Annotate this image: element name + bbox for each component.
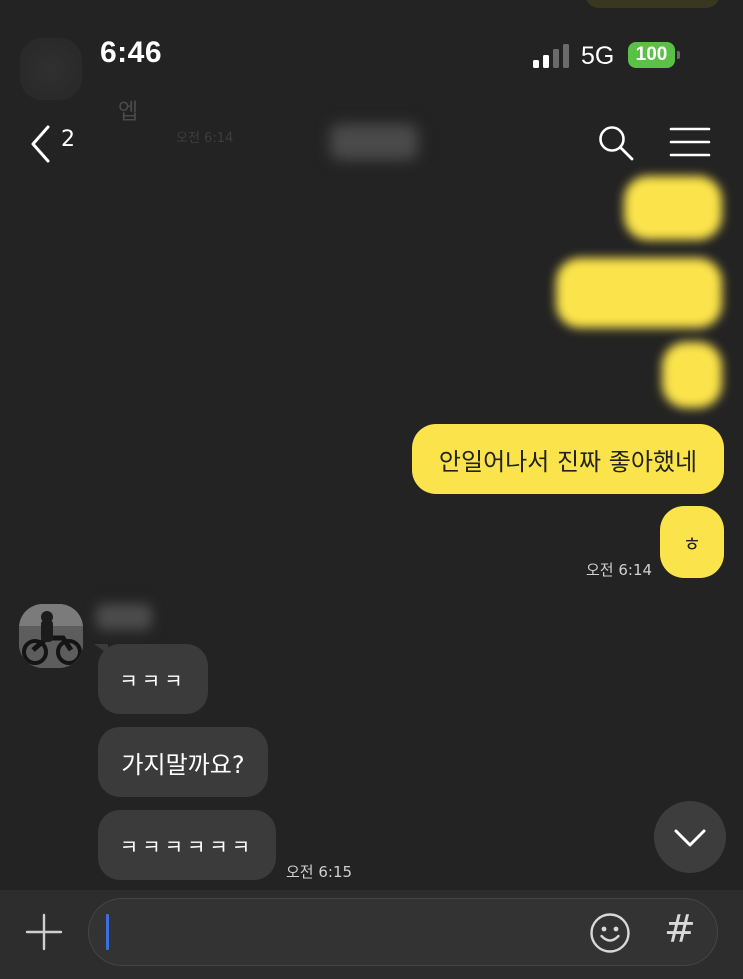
back-button[interactable] <box>28 124 60 164</box>
chat-title <box>330 124 418 160</box>
message-text: 가지말까요? <box>121 750 245 779</box>
avatar[interactable] <box>19 604 83 668</box>
search-button[interactable] <box>597 124 635 162</box>
signal-icon <box>533 44 569 68</box>
outgoing-message-blurred[interactable] <box>624 176 722 240</box>
outgoing-message[interactable]: 안일어나서 진짜 좋아했네 <box>412 424 724 494</box>
ghost-message-time: 오전 6:14 <box>176 131 234 146</box>
hamburger-menu-icon <box>669 127 711 157</box>
scroll-to-bottom-button[interactable] <box>654 801 726 873</box>
message-text: ㅋㅋㅋ <box>119 668 187 693</box>
unread-count[interactable]: 2 <box>61 127 75 152</box>
message-text: ㅋㅋㅋㅋㅋㅋ <box>119 834 255 859</box>
attach-button[interactable] <box>24 912 64 952</box>
outgoing-message[interactable]: ㅎ <box>660 506 724 578</box>
emoji-button[interactable] <box>588 911 632 955</box>
message-text: 안일어나서 진짜 좋아했네 <box>438 447 698 476</box>
menu-button[interactable] <box>669 126 711 158</box>
status-time: 6:46 <box>100 36 163 69</box>
message-time: 오전 6:14 <box>586 561 653 579</box>
chevron-left-icon <box>31 125 50 163</box>
message-time: 오전 6:15 <box>286 863 353 881</box>
battery-level: 100 <box>635 44 668 65</box>
outgoing-message-blurred[interactable] <box>556 258 722 328</box>
emoji-icon <box>590 913 630 953</box>
ghost-bubble <box>585 0 720 8</box>
text-cursor <box>106 914 109 950</box>
incoming-message[interactable]: 가지말까요? <box>98 727 268 797</box>
ghost-avatar <box>20 38 82 100</box>
search-icon <box>599 126 634 161</box>
network-type: 5G <box>581 42 615 70</box>
incoming-message[interactable]: ㅋㅋㅋ <box>98 644 208 714</box>
plus-icon <box>25 913 63 951</box>
battery-icon: 100 <box>628 42 675 68</box>
avatar-photo <box>19 604 83 668</box>
chevron-down-icon <box>674 829 706 847</box>
incoming-message[interactable]: ㅋㅋㅋㅋㅋㅋ <box>98 810 276 880</box>
outgoing-message-blurred[interactable] <box>662 342 722 408</box>
message-text: ㅎ <box>682 531 702 556</box>
battery-tip <box>677 51 680 59</box>
sender-name <box>96 604 152 630</box>
ghost-message-text: 엡 <box>118 100 139 125</box>
hashtag-icon[interactable]: # <box>664 907 696 951</box>
